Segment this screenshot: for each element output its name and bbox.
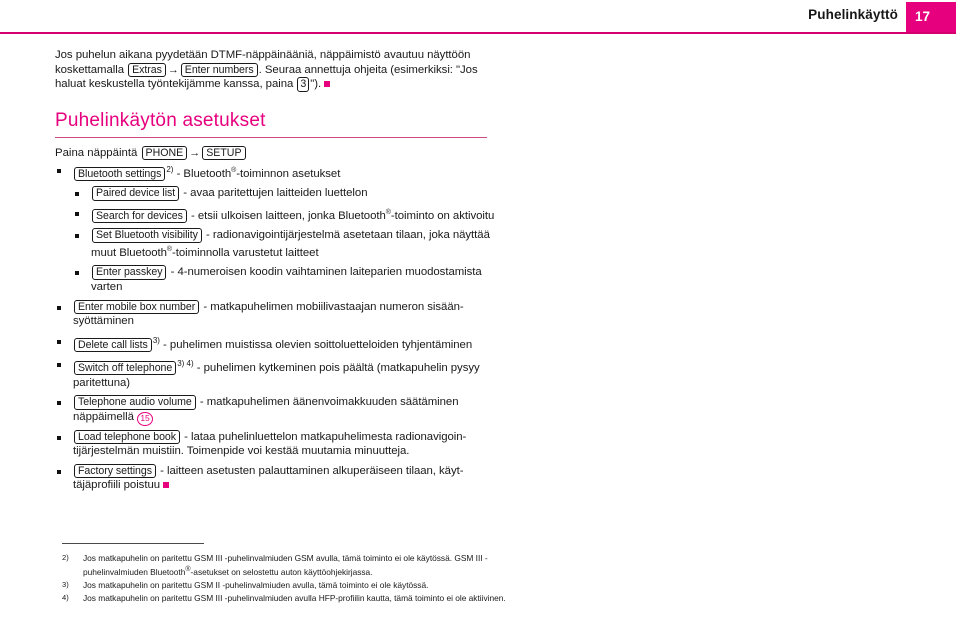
footnote-text: Jos matkapuhelin on paritettu GSM III -p… (83, 592, 506, 603)
list-item: Load telephone book - lataa puhelinluett… (55, 429, 495, 459)
end-marker-square (163, 482, 170, 489)
menu-key-paired-device-list[interactable]: Paired device list (92, 186, 180, 201)
footnote-row: 4) Jos matkapuhelin on paritettu GSM III … (55, 593, 515, 604)
menu-key-factory-settings[interactable]: Factory settings (74, 463, 156, 479)
footnote-marker: 2) (62, 553, 69, 562)
list-item: Delete call lists 3) - puhelimen muistiss… (55, 334, 495, 352)
end-marker-square (324, 81, 331, 88)
menu-key-search-for-devices[interactable]: Search for devices (92, 208, 187, 224)
list-item: Factory settings - laitteen asetusten pa… (55, 463, 495, 493)
menu-key-set-bluetooth-visibility[interactable]: Set Bluetooth visibility (92, 228, 202, 243)
bullet-square-icon (57, 169, 61, 173)
section-heading: Puhelinkäytön asetukset (55, 110, 487, 138)
key-extras: Extras (128, 62, 166, 77)
bullet-square-icon (75, 234, 79, 239)
menu-key-load-telephone-book[interactable]: Load telephone book (74, 429, 181, 445)
list-item: Enter passkey - 4-numeroisen koodin vaih… (55, 265, 495, 294)
key-digit-3: 3 (297, 77, 310, 92)
list-item: Set Bluetooth visibility - radionavigoin… (55, 228, 495, 260)
menu-key-enter-passkey[interactable]: Enter passkey (92, 265, 167, 280)
menu-key-telephone-audio-volume[interactable]: Telephone audio volume (74, 395, 196, 410)
settings-bullet-list: Bluetooth settings 2) - Bluetooth®-toimin… (55, 163, 495, 498)
footnote-row: 3) Jos matkapuhelin on paritettu GSM II -… (55, 580, 515, 591)
bullet-square-icon (75, 271, 79, 276)
menu-key-bluetooth-settings[interactable]: Bluetooth settings (74, 166, 166, 182)
arrow-icon-2: → (189, 147, 201, 159)
menu-key-delete-call-lists[interactable]: Delete call lists (74, 337, 152, 352)
bullet-square-icon (57, 401, 61, 406)
key-setup: SETUP (202, 146, 246, 161)
page-number-badge: 17 (906, 2, 956, 33)
list-item: Telephone audio volume - matkapuhelimen … (55, 395, 495, 426)
page-number: 17 (915, 9, 931, 24)
key-enter-numbers: Enter numbers (180, 62, 258, 77)
intro-block: Jos puhelun aikana pyydetään DTMF-näppäi… (55, 48, 495, 92)
bullet-square-icon (57, 435, 61, 440)
bullet-square-icon (57, 339, 61, 344)
press-key-line: Paina näppäintä PHONE → SETUP (55, 146, 247, 161)
footnote-reference: 3) (152, 335, 160, 345)
footnote-divider (62, 543, 204, 544)
list-item-description: - etsii ulkoisen laitteen, jonka Bluetoo… (187, 209, 386, 222)
footnote-marker: 4) (62, 592, 69, 602)
bullet-square-icon (57, 469, 61, 474)
callout-reference-badge: 15 (137, 411, 153, 426)
list-item-description: - puhelimen muistissa olevien soittoluet… (159, 338, 473, 351)
list-item-description: - Bluetooth (173, 167, 232, 180)
press-key-label: Paina näppäintä (55, 147, 141, 159)
list-item-description-cont: -toiminnolla varustetut laitteet (172, 246, 319, 259)
bullet-square-icon (57, 305, 61, 310)
menu-key-switch-off-telephone[interactable]: Switch off telephone (74, 360, 177, 376)
footnote-row: 2) Jos matkapuhelin on paritettu GSM III … (55, 553, 515, 578)
bullet-square-icon (57, 363, 61, 368)
footnotes-block: 2) Jos matkapuhelin on paritettu GSM III … (55, 543, 515, 606)
list-item: Enter mobile box number - matkapuhelimen… (55, 299, 495, 329)
footnote-text-cont: -asetukset on selostettu auton käyttöohj… (190, 566, 373, 577)
list-item: Bluetooth settings 2) - Bluetooth®-toimin… (55, 163, 495, 182)
list-item-description: - avaa paritettujen laitteiden luettelon (180, 187, 368, 200)
footnote-text: Jos matkapuhelin on paritettu GSM II -pu… (83, 579, 429, 590)
list-item-description-cont: -toiminnon asetukset (236, 167, 341, 180)
bullet-square-icon (75, 211, 79, 216)
menu-key-enter-mobile-box-number[interactable]: Enter mobile box number (74, 299, 200, 314)
intro-text-3: "). (310, 78, 322, 91)
header-divider (0, 32, 956, 34)
page-title: Puhelinkäyttö (808, 7, 898, 22)
list-item: Search for devices - etsii ulkoisen lait… (55, 206, 495, 224)
bullet-square-icon (75, 192, 79, 197)
footnote-marker: 3) (62, 579, 69, 589)
list-item: Paired device list - avaa paritettujen l… (55, 186, 495, 201)
page-header: Puhelinkäyttö 17 (0, 0, 960, 36)
list-item: Switch off telephone 3) 4) - puhelimen ky… (55, 357, 495, 390)
key-phone: PHONE (141, 146, 188, 161)
list-item-description-cont: -toiminto on aktivoitu (390, 209, 495, 222)
arrow-icon-1: → (167, 63, 179, 76)
intro-paragraph: Jos puhelun aikana pyydetään DTMF-näppäi… (55, 48, 495, 92)
footnote-reference: 3) 4) (177, 359, 194, 369)
